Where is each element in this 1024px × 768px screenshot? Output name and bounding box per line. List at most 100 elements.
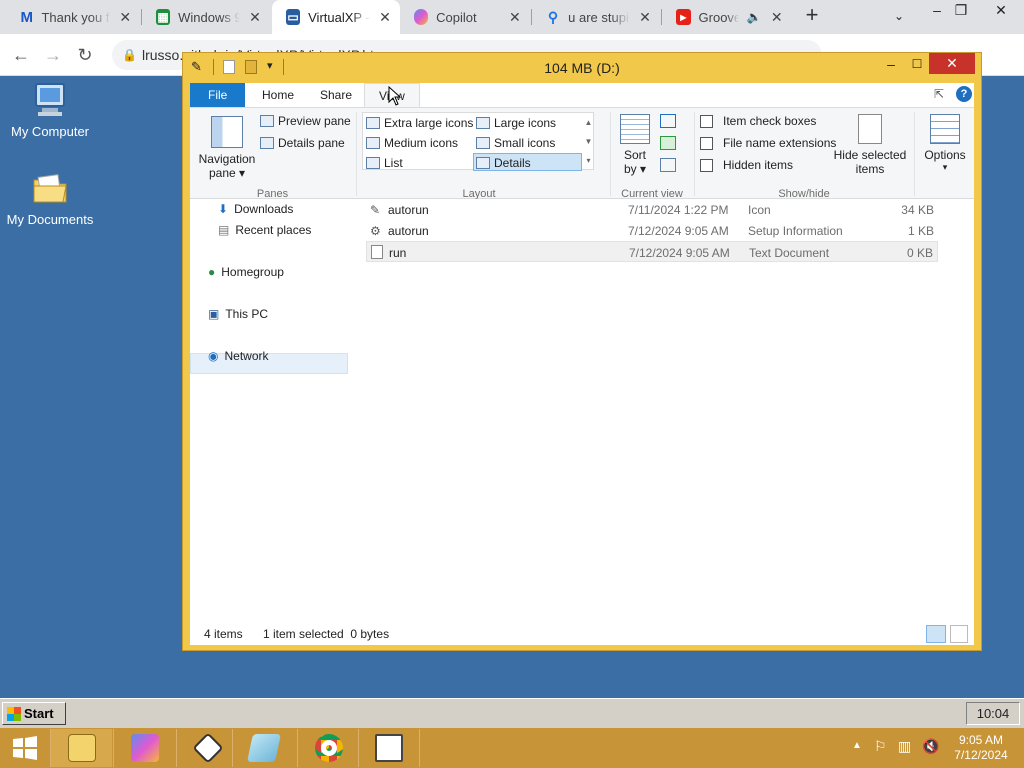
close-icon[interactable]: ✕ — [986, 0, 1016, 22]
window-titlebar[interactable]: ✎ ▾ 104 MB (D:) – ☐ ✕ — [183, 53, 981, 83]
minimize-icon[interactable]: – — [877, 54, 905, 74]
medium-icons-icon — [366, 137, 380, 149]
desktop-icon-my-documents[interactable]: My Documents — [0, 168, 100, 227]
checkbox-icon — [700, 114, 713, 128]
restore-icon[interactable]: ❐ — [946, 0, 976, 22]
taskbar-copilot[interactable] — [113, 729, 175, 767]
browser-tab-1[interactable]: M Thank you f ✕ — [6, 0, 140, 34]
browser-tab-4[interactable]: Copilot ✕ — [400, 0, 530, 34]
close-tab-icon[interactable]: ✕ — [638, 9, 652, 26]
windows-start-button[interactable] — [0, 728, 50, 768]
item-check-boxes-label: Item check boxes — [723, 114, 817, 128]
group-by-icon[interactable] — [660, 114, 676, 128]
tab-title: Groove — [698, 9, 739, 25]
item-check-boxes-checkbox[interactable]: Item check boxes — [700, 114, 816, 128]
tab-file[interactable]: File — [190, 83, 246, 107]
cursor-icon — [388, 85, 402, 106]
add-columns-icon[interactable] — [660, 136, 676, 150]
navigation-pane-label-1: Navigation — [198, 152, 256, 166]
close-icon[interactable]: ✕ — [929, 53, 975, 74]
browser-tab-5[interactable]: ⚲ u are stupid ✕ — [532, 0, 660, 34]
options-icon — [930, 114, 960, 144]
maximize-icon[interactable]: ☐ — [903, 54, 931, 74]
layout-scroll-arrows[interactable]: ▲ ▼ ▾ — [584, 113, 593, 170]
layout-list[interactable]: List — [366, 156, 403, 170]
details-pane-button[interactable]: Details pane — [260, 136, 345, 150]
flag-icon[interactable]: ⚐ — [874, 738, 887, 755]
nav-this-pc[interactable]: ▣ This PC — [208, 307, 268, 321]
pin-ribbon-icon[interactable]: ⇱ — [934, 87, 944, 101]
file-name-extensions-checkbox[interactable]: File name extensions — [700, 136, 836, 150]
sort-label-1: Sort — [623, 148, 646, 162]
back-icon[interactable]: ← — [8, 42, 34, 68]
help-icon[interactable]: ? — [956, 86, 972, 102]
windows-flag-icon — [7, 706, 21, 721]
monitor-icon: ▭ — [286, 9, 301, 25]
close-tab-icon[interactable]: ✕ — [508, 9, 522, 26]
size-columns-icon[interactable] — [660, 158, 676, 172]
nav-network[interactable]: ◉ Network — [208, 349, 269, 363]
reload-icon[interactable]: ↻ — [72, 42, 98, 68]
taskbar-app-3[interactable] — [176, 729, 238, 767]
taskbar-app-4[interactable] — [232, 729, 294, 767]
options-button[interactable]: Options ▾ — [918, 114, 972, 173]
hide-selected-items-button[interactable]: Hide selected items — [830, 114, 910, 176]
large-icons-icon — [476, 117, 490, 129]
file-date: 7/12/2024 9:05 AM — [629, 246, 730, 260]
browser-tab-2[interactable]: ▦ Windows 95 ✕ — [142, 0, 270, 34]
layout-extra-large-icons[interactable]: Extra large icons — [366, 116, 473, 130]
hidden-items-checkbox[interactable]: Hidden items — [700, 158, 793, 172]
show-hidden-icons-icon[interactable]: ▲ — [852, 740, 862, 751]
sort-by-button[interactable]: Sort by ▾ — [618, 114, 652, 176]
forward-icon[interactable]: → — [40, 42, 66, 68]
host-date: 7/12/2024 — [954, 748, 1008, 762]
layout-item-label: Extra large icons — [384, 116, 474, 130]
file-row-selected[interactable]: run 7/12/2024 9:05 AM Text Document 0 KB — [366, 241, 938, 262]
tab-search-icon[interactable]: ⌄ — [884, 6, 914, 28]
file-type: Setup Information — [748, 224, 843, 238]
details-view-icon[interactable] — [926, 625, 946, 643]
close-tab-icon[interactable]: ✕ — [378, 9, 392, 26]
browser-tab-6[interactable]: ▶ Groove 🔈 ✕ — [662, 0, 792, 34]
nav-label: Downloads — [234, 202, 294, 216]
taskbar-file-explorer[interactable] — [50, 729, 112, 767]
browser-tab-strip: M Thank you f ✕ ▦ Windows 95 ✕ ▭ Virtual… — [0, 0, 1024, 34]
close-tab-icon[interactable]: ✕ — [769, 9, 784, 26]
start-button[interactable]: Start — [2, 702, 66, 725]
folder-icon — [30, 168, 70, 208]
nav-label: This PC — [225, 307, 269, 321]
close-tab-icon[interactable]: ✕ — [248, 9, 262, 26]
layout-details[interactable]: Details — [476, 156, 531, 170]
status-bar: 4 items 1 item selected 0 bytes — [190, 623, 974, 645]
nav-recent-places[interactable]: ▤ Recent places — [218, 223, 311, 237]
desktop-icon-my-computer[interactable]: My Computer — [0, 80, 100, 139]
new-tab-button[interactable]: + — [800, 4, 824, 28]
details-pane-label: Details pane — [278, 136, 345, 150]
browser-tab-3[interactable]: ▭ VirtualXP - ✕ — [272, 0, 400, 34]
file-row[interactable]: ⚙ autorun 7/12/2024 9:05 AM Setup Inform… — [366, 220, 938, 241]
taskbar-chrome[interactable] — [297, 729, 359, 767]
tab-share[interactable]: Share — [306, 83, 366, 107]
large-icons-view-icon[interactable] — [950, 625, 968, 643]
layout-small-icons[interactable]: Small icons — [476, 136, 555, 150]
layout-large-icons[interactable]: Large icons — [476, 116, 556, 130]
recent-places-icon: ▤ — [218, 223, 230, 237]
tab-home[interactable]: Home — [248, 83, 308, 107]
preview-pane-button[interactable]: Preview pane — [260, 114, 351, 128]
layout-item-label: Large icons — [494, 116, 557, 130]
volume-muted-icon[interactable]: 🔇 — [922, 738, 939, 755]
nav-downloads[interactable]: ⬇ Downloads — [218, 202, 293, 216]
file-row[interactable]: ✎ autorun 7/11/2024 1:22 PM Icon 34 KB — [366, 199, 938, 220]
close-tab-icon[interactable]: ✕ — [119, 9, 132, 26]
host-time: 9:05 AM — [958, 733, 1004, 747]
navigation-pane-button[interactable]: Navigation pane ▾ — [196, 112, 258, 180]
taskbar-app-6[interactable] — [358, 729, 420, 767]
nav-homegroup[interactable]: ● Homegroup — [208, 265, 284, 279]
tab-title: VirtualXP - — [308, 9, 370, 25]
layout-medium-icons[interactable]: Medium icons — [366, 136, 458, 150]
host-clock[interactable]: 9:05 AM 7/12/2024 — [946, 733, 1016, 763]
text-file-icon — [371, 245, 383, 259]
sheet-icon: ▦ — [156, 9, 171, 25]
network-status-icon[interactable]: ▥ — [898, 738, 911, 755]
speaker-icon[interactable]: 🔈 — [747, 10, 762, 24]
